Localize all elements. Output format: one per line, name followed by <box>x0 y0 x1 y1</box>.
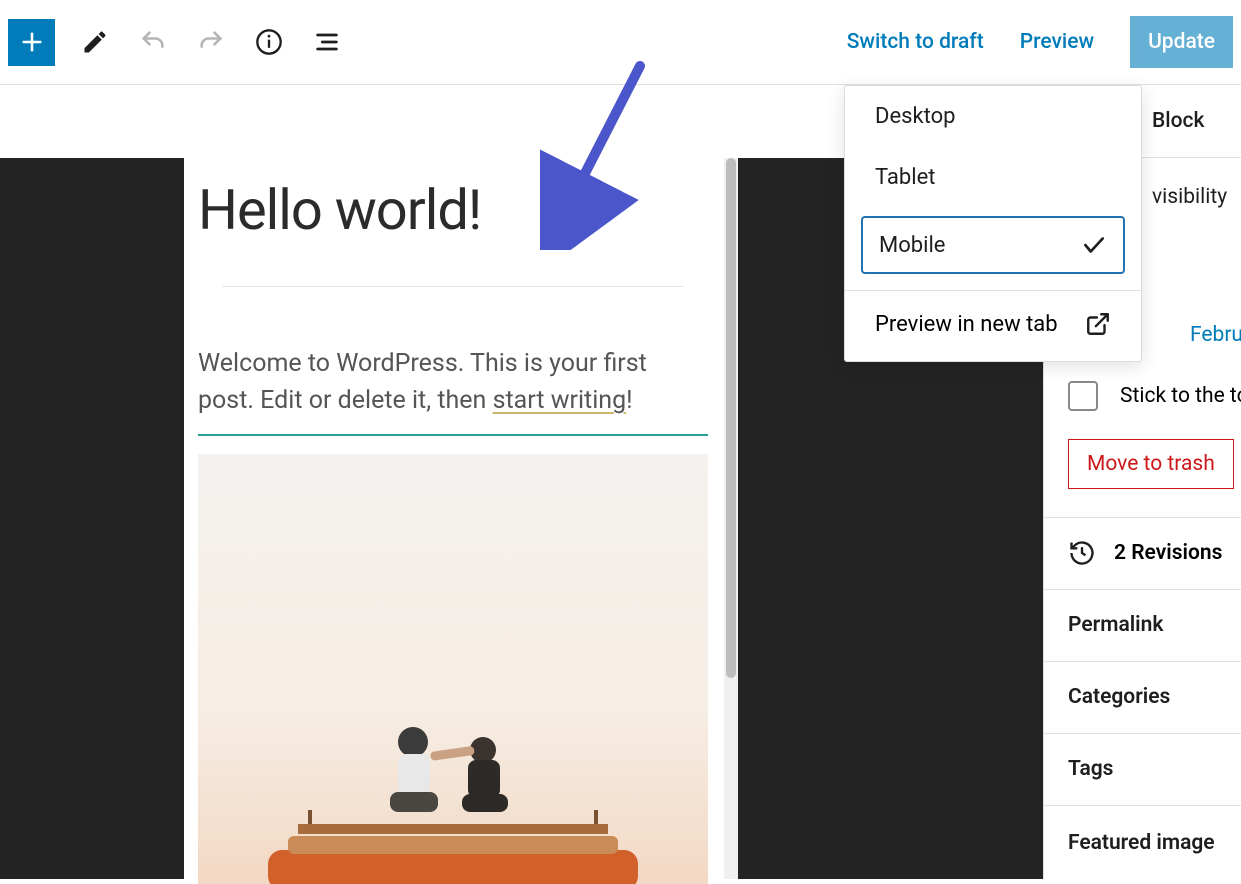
tab-block[interactable]: Block <box>1152 109 1204 133</box>
paragraph-link[interactable]: start writing <box>493 386 627 415</box>
preview-option-tablet[interactable]: Tablet <box>845 147 1141 208</box>
scrollbar-thumb[interactable] <box>726 158 736 678</box>
stick-to-top-label: Stick to the to <box>1120 384 1241 408</box>
list-icon <box>313 28 341 56</box>
preview-option-desktop[interactable]: Desktop <box>845 86 1141 147</box>
canvas-scrollbar[interactable] <box>724 158 738 879</box>
paragraph-text-suffix: ! <box>626 386 632 415</box>
block-selection-indicator <box>198 434 708 436</box>
add-block-button[interactable] <box>8 19 55 66</box>
divider <box>1044 805 1241 806</box>
revisions-label: 2 Revisions <box>1114 541 1222 565</box>
divider <box>1044 661 1241 662</box>
post-image-block[interactable] <box>198 454 708 884</box>
preview-option-label: Tablet <box>875 165 935 190</box>
panel-tags[interactable]: Tags <box>1068 757 1113 781</box>
panel-categories[interactable]: Categories <box>1068 685 1170 709</box>
toolbar-right-group: Switch to draft Preview Update <box>847 16 1233 68</box>
pencil-icon <box>81 28 109 56</box>
post-paragraph[interactable]: Welcome to WordPress. This is your first… <box>198 345 708 420</box>
move-to-trash-button[interactable]: Move to trash <box>1068 439 1234 489</box>
stick-to-top-checkbox[interactable] <box>1068 381 1098 411</box>
mobile-preview-frame: Hello world! Welcome to WordPress. This … <box>184 158 724 879</box>
publish-date-link[interactable]: Febru <box>1190 323 1241 347</box>
preview-new-tab-label: Preview in new tab <box>875 312 1058 337</box>
editor-toolbar: Switch to draft Preview Update <box>0 0 1241 85</box>
stick-to-top-row: Stick to the to <box>1068 381 1241 411</box>
undo-button[interactable] <box>135 24 171 60</box>
preview-button[interactable]: Preview <box>1020 30 1094 54</box>
divider <box>1044 589 1241 590</box>
check-icon <box>1081 232 1107 258</box>
divider <box>1044 517 1241 518</box>
details-button[interactable] <box>251 24 287 60</box>
info-icon <box>255 28 283 56</box>
panel-featured-image[interactable]: Featured image <box>1068 831 1215 855</box>
preview-option-label: Desktop <box>875 104 956 129</box>
preview-option-mobile[interactable]: Mobile <box>845 208 1141 290</box>
panel-permalink[interactable]: Permalink <box>1068 613 1163 637</box>
post-title[interactable]: Hello world! <box>198 158 708 242</box>
undo-icon <box>139 28 167 56</box>
history-icon <box>1068 539 1096 567</box>
preview-new-tab[interactable]: Preview in new tab <box>845 291 1141 361</box>
revisions-row[interactable]: 2 Revisions <box>1068 539 1222 567</box>
external-link-icon <box>1085 311 1111 337</box>
outline-button[interactable] <box>309 24 345 60</box>
update-button[interactable]: Update <box>1130 16 1233 68</box>
redo-icon <box>197 28 225 56</box>
redo-button[interactable] <box>193 24 229 60</box>
switch-to-draft-button[interactable]: Switch to draft <box>847 30 984 54</box>
preview-dropdown: Desktop Tablet Mobile Preview in new tab <box>844 85 1142 362</box>
preview-option-label: Mobile <box>879 233 945 258</box>
toolbar-left-group <box>8 19 345 66</box>
title-separator <box>222 286 684 287</box>
plus-icon <box>18 28 46 56</box>
divider <box>1044 733 1241 734</box>
edit-tools-button[interactable] <box>77 24 113 60</box>
photo-illustration <box>238 664 668 884</box>
